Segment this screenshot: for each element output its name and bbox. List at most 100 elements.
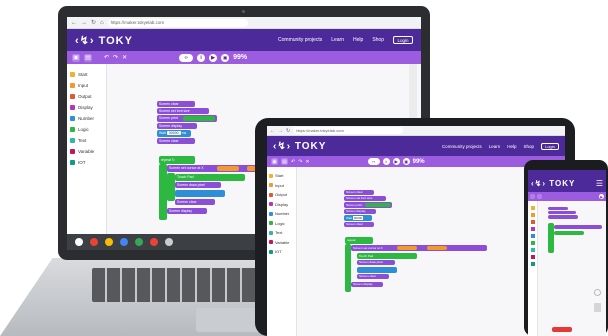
block-screen-clear[interactable]: Screen clear	[344, 190, 374, 195]
category-variable[interactable]: Variable	[267, 238, 296, 248]
block-set-font[interactable]: Screen set font size	[344, 196, 386, 201]
block-repeat[interactable]: repeat	[345, 237, 373, 244]
category-input[interactable]: Input	[267, 181, 296, 191]
nav-learn[interactable]: Learn	[489, 144, 501, 149]
category-display[interactable]: Display	[267, 200, 296, 210]
reload-icon[interactable]: ↻	[91, 19, 96, 26]
nav-help[interactable]: Help	[507, 144, 516, 149]
nav-learn[interactable]: Learn	[331, 37, 344, 43]
category-display[interactable]: Display	[67, 102, 106, 113]
block-draw-pixel[interactable]: Screen draw pixel	[175, 182, 221, 188]
save-icon[interactable]: ▤	[281, 158, 288, 165]
info-icon[interactable]: i	[197, 53, 206, 62]
category-variable[interactable]	[528, 253, 537, 260]
new-file-icon[interactable]: ▣	[271, 158, 278, 165]
back-icon[interactable]: ←	[71, 20, 77, 26]
save-icon[interactable]	[537, 194, 542, 199]
wait-value[interactable]: 00000	[166, 131, 181, 135]
new-file-icon[interactable]: ▣	[72, 53, 80, 62]
block-screen-display[interactable]: Screen display	[344, 209, 376, 214]
block-screen-clear-3[interactable]: Screen clear	[357, 274, 389, 279]
category-start[interactable]: Start	[267, 171, 296, 181]
back-icon[interactable]: ←	[270, 128, 275, 134]
nav-community-projects[interactable]: Community projects	[442, 144, 482, 149]
gmail-icon[interactable]	[105, 238, 113, 246]
block-touch-pad[interactable]	[554, 231, 584, 235]
undo-icon[interactable]: ↶	[104, 54, 109, 61]
url-bar[interactable]: https://maker.tokyelab.com	[293, 127, 404, 134]
code-view-icon[interactable]: ‹›	[179, 53, 194, 62]
category-number[interactable]	[528, 232, 537, 239]
toky-logo[interactable]: ‹↯› TOKY	[273, 141, 326, 152]
category-logic[interactable]: Logic	[267, 219, 296, 229]
category-variable[interactable]: Variable	[67, 146, 106, 157]
block-wait[interactable]: Wait 00000 ms	[157, 130, 191, 137]
play-icon[interactable]: ▶	[599, 194, 604, 199]
block-screen-clear[interactable]: Screen clear	[157, 101, 195, 107]
category-output[interactable]	[528, 218, 537, 225]
toky-logo[interactable]: ‹↯› TOKY	[531, 179, 575, 188]
block-touch-pad[interactable]: Touch Pad	[357, 253, 417, 259]
block-wait[interactable]: Wait 00000	[344, 215, 372, 221]
login-button[interactable]: Login	[393, 36, 413, 44]
category-start[interactable]	[528, 204, 537, 211]
block-screen-clear-3[interactable]: Screen clear	[175, 199, 215, 205]
block-screen-clear[interactable]	[548, 207, 568, 210]
redo-icon[interactable]: ↷	[298, 159, 302, 165]
category-iot[interactable]: IOT	[267, 247, 296, 257]
chrome-icon[interactable]	[90, 238, 98, 246]
fullscreen-icon[interactable]: ▣	[402, 158, 410, 165]
undo-icon[interactable]: ↶	[291, 159, 295, 165]
block-text-value[interactable]	[183, 116, 215, 121]
category-text[interactable]: Text	[67, 135, 106, 146]
block-set-cursor[interactable]	[554, 225, 602, 229]
block-number-op[interactable]	[357, 267, 397, 273]
block-screen-print[interactable]	[548, 215, 578, 219]
category-start[interactable]: Start	[67, 69, 106, 80]
play-icon[interactable]: ▶	[392, 158, 400, 165]
block-screen-display-2[interactable]: Screen display	[167, 208, 207, 214]
block-text-value[interactable]	[365, 203, 391, 207]
category-input[interactable]: Input	[67, 80, 106, 91]
forward-icon[interactable]: →	[81, 20, 87, 26]
forward-icon[interactable]: →	[278, 128, 283, 134]
nav-help[interactable]: Help	[353, 37, 363, 43]
trash-icon[interactable]	[594, 303, 601, 312]
drive-icon[interactable]	[135, 238, 143, 246]
save-icon[interactable]: ▤	[84, 53, 92, 62]
category-output[interactable]: Output	[267, 190, 296, 200]
category-logic[interactable]	[528, 239, 537, 246]
launcher-icon[interactable]	[75, 238, 83, 246]
info-icon[interactable]: i	[382, 158, 390, 165]
url-bar[interactable]: https://maker.tokyelab.com	[107, 18, 248, 27]
reload-icon[interactable]: ↻	[286, 128, 290, 134]
nav-shop[interactable]: Shop	[372, 37, 384, 43]
files-icon[interactable]	[165, 238, 173, 246]
block-screen-display[interactable]: Screen display	[157, 123, 197, 129]
wait-value[interactable]: 00000	[352, 216, 364, 220]
block-draw-pixel[interactable]: Screen draw pixel	[357, 260, 395, 265]
hamburger-menu-icon[interactable]: ☰	[596, 179, 603, 188]
category-text[interactable]: Text	[267, 228, 296, 238]
block-set-font[interactable]	[548, 211, 576, 214]
close-icon[interactable]: ✕	[122, 54, 127, 61]
block-number-op[interactable]	[175, 190, 225, 197]
blocks-workspace[interactable]	[538, 201, 606, 336]
category-input[interactable]	[528, 211, 537, 218]
phone-action-button[interactable]	[552, 327, 572, 332]
nav-community-projects[interactable]: Community projects	[278, 37, 322, 43]
docs-icon[interactable]	[120, 238, 128, 246]
login-button[interactable]: Login	[541, 142, 559, 150]
block-touch-pad[interactable]: Touch Pad	[175, 174, 245, 181]
block-set-cursor[interactable]: Screen set cursor at X	[351, 245, 487, 251]
category-iot[interactable]	[528, 260, 537, 267]
category-iot[interactable]: IOT	[67, 157, 106, 168]
fullscreen-icon[interactable]: ▣	[221, 53, 230, 62]
category-number[interactable]: Number	[67, 113, 106, 124]
block-screen-clear-2[interactable]: Screen clear	[344, 222, 374, 227]
zoom-reset-icon[interactable]	[594, 289, 601, 296]
block-repeat[interactable]: repeat ↻	[159, 156, 195, 164]
nav-shop[interactable]: Shop	[523, 144, 534, 149]
category-output[interactable]: Output	[67, 91, 106, 102]
block-value-x[interactable]	[217, 166, 239, 171]
